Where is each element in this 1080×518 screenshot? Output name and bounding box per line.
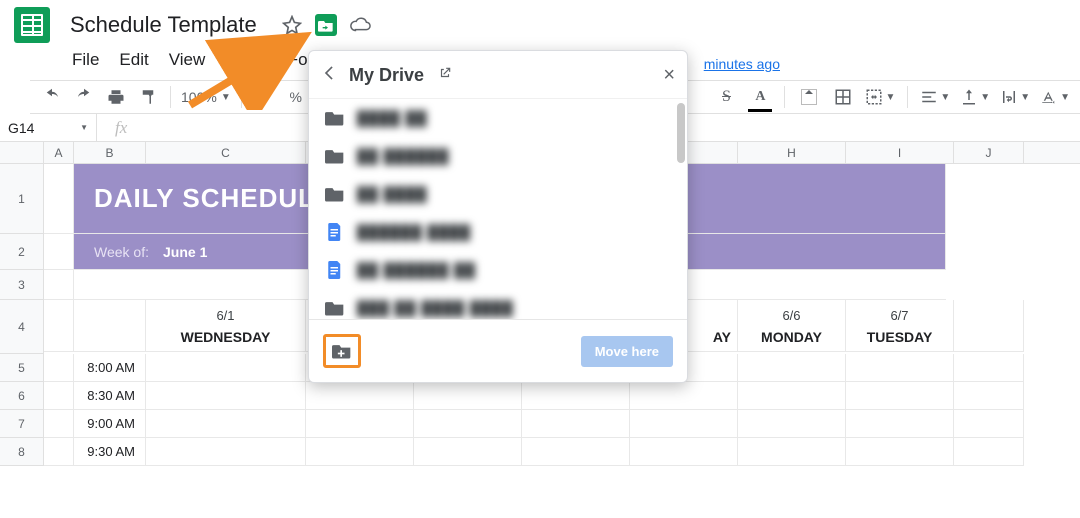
format-currency-button[interactable]: $ [252,85,276,109]
col-header[interactable]: J [954,142,1024,163]
h-align-button[interactable]: ▼ [920,85,950,109]
cloud-saved-icon[interactable] [349,14,371,36]
borders-button[interactable] [831,85,855,109]
move-to-folder-icon[interactable] [315,14,337,36]
sheets-app-icon[interactable] [14,7,50,43]
day-header: 6/1WEDNESDAY [146,300,306,352]
time-cell[interactable]: 8:30 AM [74,382,146,410]
close-button[interactable]: × [663,64,675,87]
text-wrap-button[interactable]: ▼ [1000,85,1030,109]
menu-bar: File Edit View Insert Fo [72,50,308,74]
text-color-button[interactable]: A [748,85,772,109]
list-item[interactable]: ████ ██ [309,99,687,137]
time-cell[interactable]: 8:00 AM [74,354,146,382]
formula-bar-fx-icon: fx [115,118,127,138]
move-here-button[interactable]: Move here [581,336,673,367]
row-header[interactable]: 1 [0,164,44,234]
menu-format[interactable]: Fo [288,50,308,74]
menu-edit[interactable]: Edit [119,50,148,74]
col-header[interactable]: C [146,142,306,163]
open-in-new-icon[interactable] [434,66,452,85]
zoom-dropdown[interactable]: 100%▼ [181,89,231,105]
menu-view[interactable]: View [169,50,206,74]
col-header[interactable]: I [846,142,954,163]
last-edit-link[interactable]: minutes ago [704,56,780,72]
merge-cells-button[interactable]: ▼ [865,85,895,109]
menu-file[interactable]: File [72,50,99,74]
row-header[interactable]: 3 [0,270,44,300]
list-item[interactable]: ███ ██ ████ ████ [309,289,687,319]
row-header[interactable]: 6 [0,382,44,410]
scrollbar-thumb[interactable] [677,103,685,163]
col-header[interactable]: A [44,142,74,163]
row-header[interactable]: 4 [0,300,44,354]
row-header[interactable]: 5 [0,354,44,382]
v-align-button[interactable]: ▼ [960,85,990,109]
document-title[interactable]: Schedule Template [70,12,257,38]
select-all-corner[interactable] [0,142,44,163]
list-item[interactable]: ██ ████ [309,175,687,213]
star-icon[interactable] [281,14,303,36]
text-rotation-button[interactable]: ▼ [1040,85,1070,109]
name-box[interactable]: G14▼ [0,120,96,136]
list-item[interactable]: ██████ ████ [309,213,687,251]
back-button[interactable] [319,63,339,88]
list-item[interactable]: ██ ██████ ██ [309,251,687,289]
row-header[interactable]: 7 [0,410,44,438]
day-header: 6/7TUESDAY [846,300,954,352]
row-header[interactable]: 2 [0,234,44,270]
drive-folder-list[interactable]: ████ ██ ██ ██████ ██ ████ ██████ ████ ██… [309,98,687,320]
print-button[interactable] [104,85,128,109]
time-cell[interactable]: 9:00 AM [74,410,146,438]
day-header: 6/6MONDAY [738,300,846,352]
menu-insert[interactable]: Insert [225,50,268,74]
list-item[interactable]: ██ ██████ [309,137,687,175]
undo-button[interactable] [40,85,64,109]
move-file-dialog: My Drive × ████ ██ ██ ██████ ██ ████ ███… [308,50,688,383]
col-header[interactable]: B [74,142,146,163]
new-folder-button[interactable] [323,334,361,368]
row-header[interactable]: 8 [0,438,44,466]
format-percent-button[interactable]: % [284,85,308,109]
time-cell[interactable]: 9:30 AM [74,438,146,466]
redo-button[interactable] [72,85,96,109]
strikethrough-button[interactable]: S [714,85,738,109]
col-header[interactable]: H [738,142,846,163]
dialog-title: My Drive [349,65,424,86]
paint-format-button[interactable] [136,85,160,109]
fill-color-button[interactable] [797,85,821,109]
